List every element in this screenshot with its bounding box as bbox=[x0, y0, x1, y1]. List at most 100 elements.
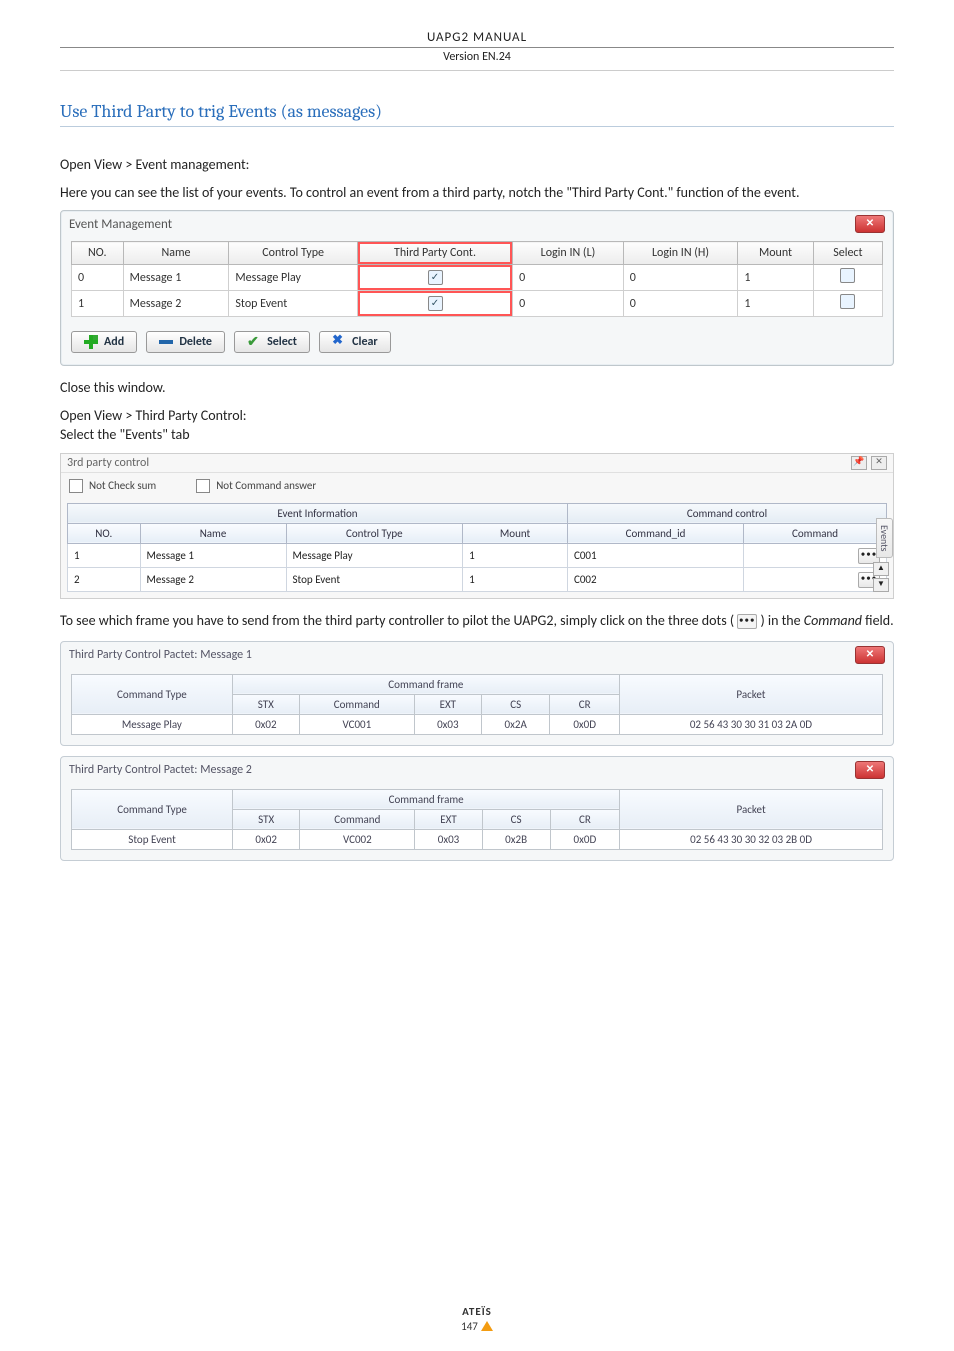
cell-mount: 1 bbox=[738, 291, 813, 317]
brand: ATEÏS bbox=[0, 1305, 954, 1318]
scrollbar[interactable]: ▲ ▼ bbox=[873, 562, 889, 592]
minus-icon bbox=[159, 335, 173, 349]
close-icon[interactable]: ✕ bbox=[871, 456, 887, 470]
cell-name: Message 2 bbox=[123, 291, 229, 317]
col-name[interactable]: Name bbox=[140, 523, 286, 543]
select-button[interactable]: Select bbox=[234, 331, 310, 353]
col-control-type[interactable]: Control Type bbox=[229, 242, 357, 265]
cell-linl: 0 bbox=[513, 291, 624, 317]
third-party-checkbox[interactable] bbox=[428, 296, 443, 311]
col-stx: STX bbox=[233, 809, 300, 829]
not-check-sum-option[interactable]: Not Check sum bbox=[69, 479, 156, 493]
table-row: Message Play 0x02 VC001 0x03 0x2A 0x0D 0… bbox=[72, 714, 883, 734]
window-title: Third Party Control Pactet: Message 1 bbox=[69, 648, 252, 662]
plus-icon bbox=[84, 335, 98, 349]
col-login-l[interactable]: Login IN (L) bbox=[513, 242, 624, 265]
cell-linh: 0 bbox=[623, 291, 738, 317]
col-cs: CS bbox=[482, 809, 550, 829]
group-event-information: Event Information bbox=[68, 503, 568, 523]
checkbox-icon[interactable] bbox=[69, 479, 83, 493]
page-footer: ATEÏS 147 bbox=[0, 1305, 954, 1333]
close-icon[interactable]: ✕ bbox=[855, 646, 885, 664]
table-row[interactable]: 1 Message 2 Stop Event 0 0 1 bbox=[72, 291, 883, 317]
col-select[interactable]: Select bbox=[813, 242, 882, 265]
x-icon bbox=[332, 335, 346, 349]
col-command[interactable]: Command bbox=[744, 523, 887, 543]
col-packet: Packet bbox=[620, 789, 883, 829]
col-command-frame: Command frame bbox=[233, 789, 620, 809]
paragraph: Open View > Third Party Control: bbox=[60, 406, 894, 426]
table-row[interactable]: 1 Message 1 Message Play 1 C001 ••• bbox=[68, 543, 887, 567]
col-command-id[interactable]: Command_id bbox=[567, 523, 743, 543]
table-row[interactable]: 0 Message 1 Message Play 0 0 1 bbox=[72, 265, 883, 291]
paragraph: Open View > Event management: bbox=[60, 155, 894, 175]
table-row: Stop Event 0x02 VC002 0x03 0x2B 0x0D 02 … bbox=[72, 829, 883, 849]
window-title: Third Party Control Pactet: Message 2 bbox=[69, 763, 252, 777]
group-command-control: Command control bbox=[567, 503, 886, 523]
close-icon[interactable]: ✕ bbox=[855, 215, 885, 233]
cell-no: 1 bbox=[72, 291, 124, 317]
scroll-up-icon[interactable]: ▲ bbox=[873, 562, 889, 576]
cell-ctrl: Stop Event bbox=[229, 291, 357, 317]
third-party-checkbox[interactable] bbox=[428, 270, 443, 285]
select-checkbox[interactable] bbox=[840, 268, 855, 283]
packet-window-2: Third Party Control Pactet: Message 2 ✕ … bbox=[60, 756, 894, 861]
event-table: NO. Name Control Type Third Party Cont. … bbox=[71, 241, 883, 317]
table-row[interactable]: 2 Message 2 Stop Event 1 C002 ••• bbox=[68, 567, 887, 591]
col-cs: CS bbox=[481, 694, 550, 714]
delete-button[interactable]: Delete bbox=[146, 331, 225, 353]
col-command-type: Command Type bbox=[72, 674, 233, 714]
col-no[interactable]: NO. bbox=[68, 523, 141, 543]
command-control-table: Event Information Command control NO. Na… bbox=[67, 503, 887, 592]
col-stx: STX bbox=[232, 694, 299, 714]
not-command-answer-option[interactable]: Not Command answer bbox=[196, 479, 316, 493]
col-command: Command bbox=[300, 809, 415, 829]
paragraph: Select the "Events" tab bbox=[60, 425, 894, 445]
packet-table: Command Type Command frame Packet STX Co… bbox=[71, 674, 883, 735]
packet-window-1: Third Party Control Pactet: Message 1 ✕ … bbox=[60, 641, 894, 746]
col-ext: EXT bbox=[415, 809, 482, 829]
col-command-type: Command Type bbox=[72, 789, 233, 829]
close-icon[interactable]: ✕ bbox=[855, 761, 885, 779]
triangle-icon bbox=[481, 1321, 493, 1331]
col-name[interactable]: Name bbox=[123, 242, 229, 265]
window-title: Event Management bbox=[69, 217, 172, 232]
col-ext: EXT bbox=[414, 694, 481, 714]
col-command: Command bbox=[299, 694, 414, 714]
col-command-frame: Command frame bbox=[232, 674, 619, 694]
col-mount[interactable]: Mount bbox=[463, 523, 568, 543]
page-number: 147 bbox=[461, 1320, 478, 1333]
checkbox-icon[interactable] bbox=[196, 479, 210, 493]
col-no[interactable]: NO. bbox=[72, 242, 124, 265]
packet-table: Command Type Command frame Packet STX Co… bbox=[71, 789, 883, 850]
scroll-down-icon[interactable]: ▼ bbox=[873, 578, 889, 592]
col-control-type[interactable]: Control Type bbox=[286, 523, 463, 543]
col-mount[interactable]: Mount bbox=[738, 242, 813, 265]
doc-header-title: UAPG2 MANUAL bbox=[60, 30, 894, 48]
events-side-tab[interactable]: Events bbox=[876, 518, 893, 558]
paragraph: To see which frame you have to send from… bbox=[60, 611, 894, 631]
col-cr: CR bbox=[550, 694, 619, 714]
dots-icon: ••• bbox=[737, 614, 757, 629]
section-title: Use Third Party to trig Events (as messa… bbox=[60, 101, 894, 127]
cell-linl: 0 bbox=[513, 265, 624, 291]
clear-button[interactable]: Clear bbox=[319, 331, 391, 353]
event-management-window: Event Management ✕ NO. Name Control Type… bbox=[60, 210, 894, 366]
col-login-h[interactable]: Login IN (H) bbox=[623, 242, 738, 265]
paragraph: Here you can see the list of your events… bbox=[60, 183, 894, 203]
cell-mount: 1 bbox=[738, 265, 813, 291]
add-button[interactable]: Add bbox=[71, 331, 137, 353]
doc-header-version: Version EN.24 bbox=[60, 48, 894, 71]
pin-icon[interactable]: 📌 bbox=[851, 456, 867, 470]
cell-no: 0 bbox=[72, 265, 124, 291]
cell-ctrl: Message Play bbox=[229, 265, 357, 291]
cell-linh: 0 bbox=[623, 265, 738, 291]
cell-name: Message 1 bbox=[123, 265, 229, 291]
col-third-party-cont[interactable]: Third Party Cont. bbox=[357, 242, 512, 265]
check-icon bbox=[247, 335, 261, 349]
select-checkbox[interactable] bbox=[840, 294, 855, 309]
third-party-control-panel: 3rd party control 📌 ✕ Not Check sum Not … bbox=[60, 453, 894, 599]
panel-title: 3rd party control bbox=[67, 456, 149, 470]
paragraph: Close this window. bbox=[60, 378, 894, 398]
col-cr: CR bbox=[550, 809, 620, 829]
